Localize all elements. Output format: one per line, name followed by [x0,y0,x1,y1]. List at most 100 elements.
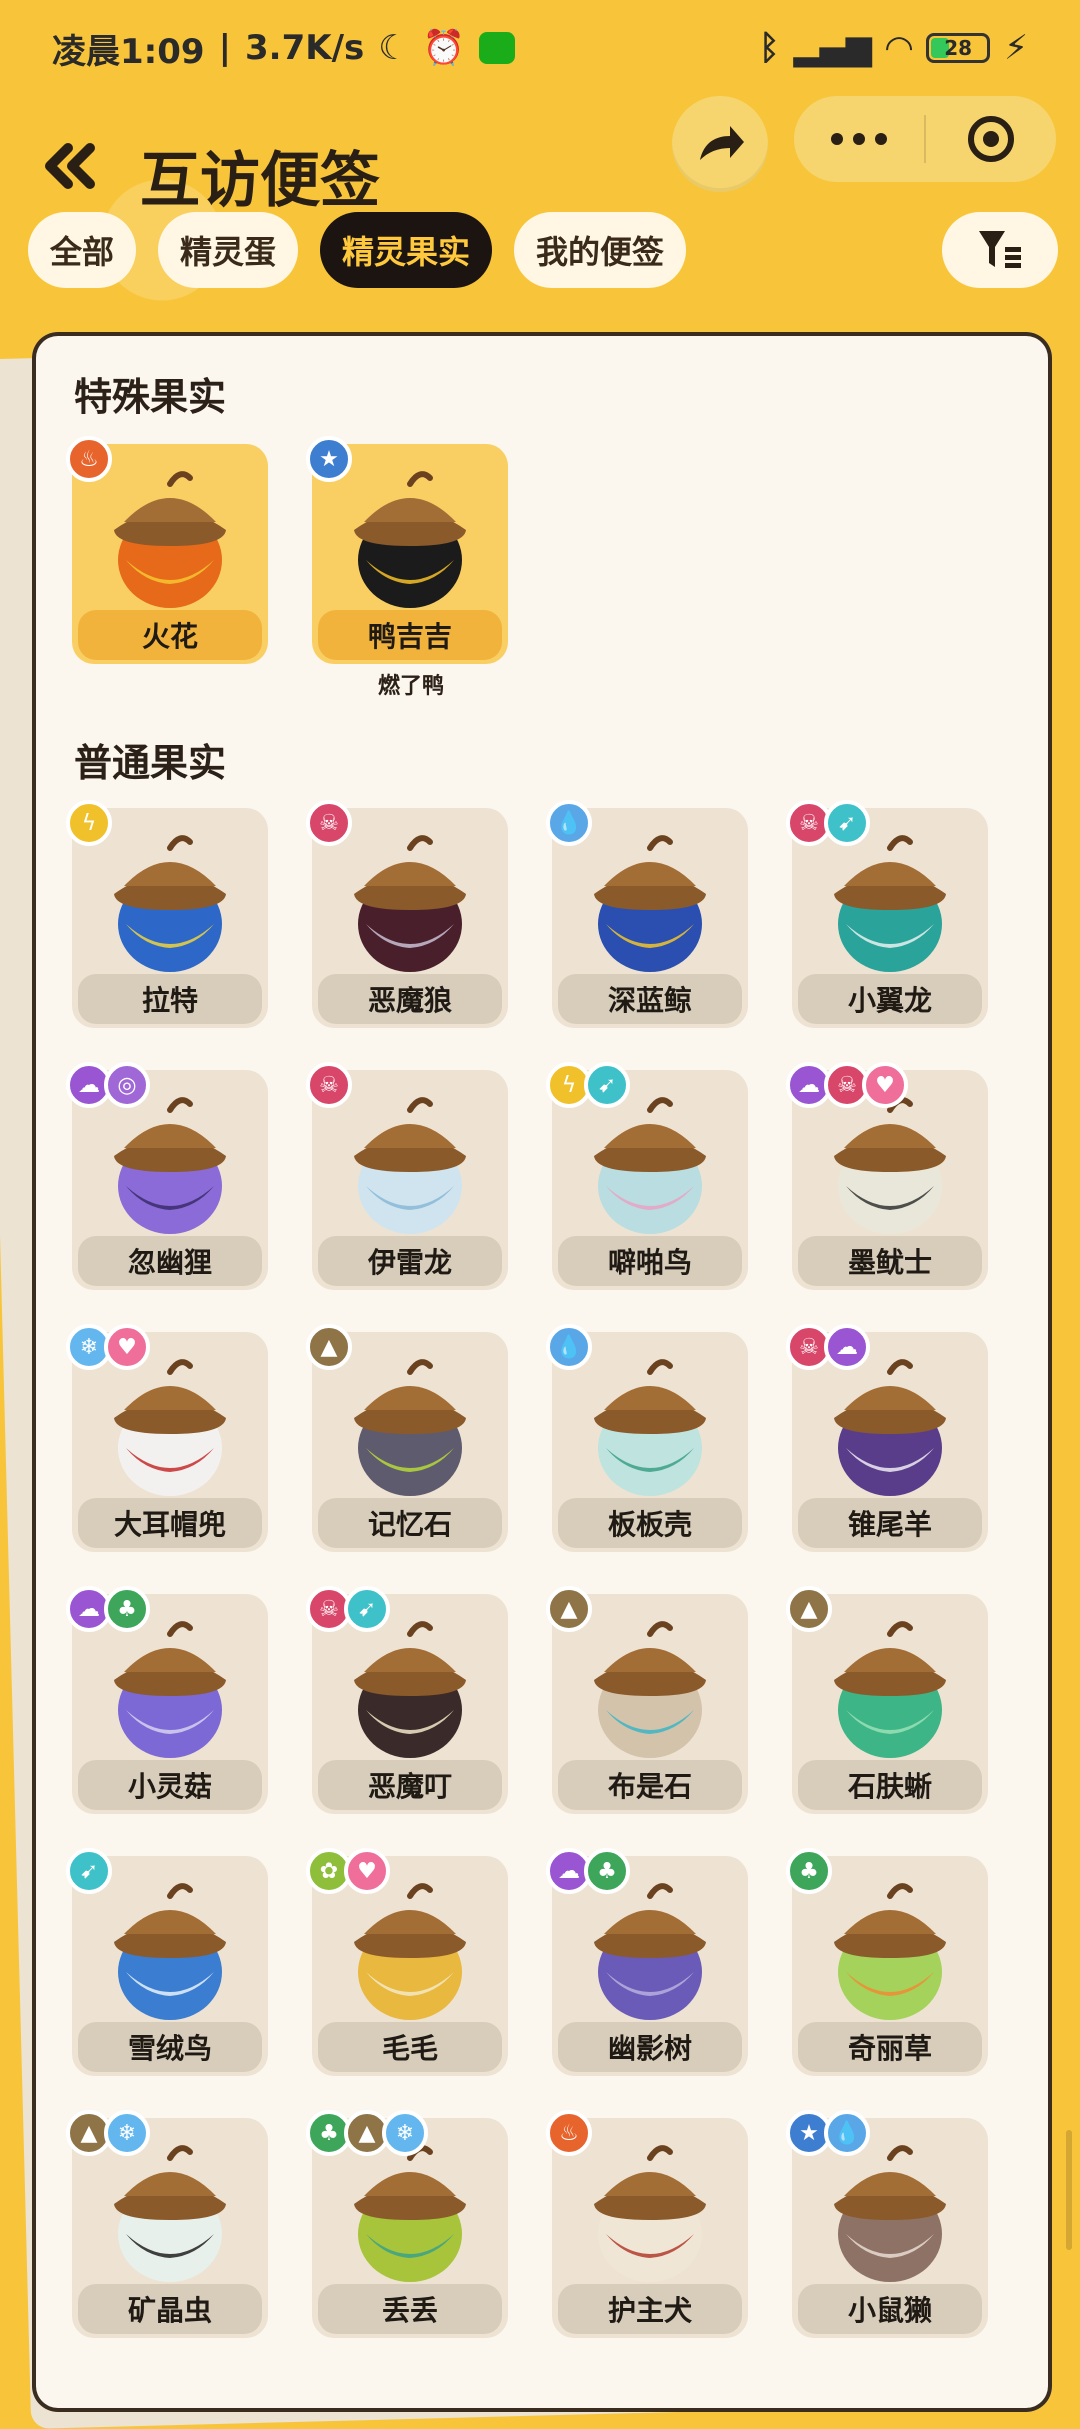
acorn-icon [594,835,706,972]
demon-type-icon: ☠ [306,800,352,846]
electric-type-icon: ϟ [66,800,112,846]
fruit-card[interactable]: ϟ ➹ 噼啪鸟 [546,1062,748,1290]
fruit-name: 噼啪鸟 [558,1236,742,1286]
fruit-card[interactable]: ☁ ☠ ♥ 墨鱿士 [786,1062,988,1290]
acorn-icon [354,1883,466,2020]
fruit-card[interactable]: ✿ ♥ 毛毛 [306,1848,508,2076]
type-badges: ♣ [786,1848,832,1894]
fruit-card[interactable]: ▲ ❄ 矿晶虫 [66,2110,268,2338]
fruit-card[interactable]: ♨ 火花 [66,436,268,664]
type-badges: 💧 [546,800,592,846]
tab-fruits[interactable]: 精灵果实 [320,212,493,288]
fruit-card[interactable]: ☁ ♣ 小灵菇 [66,1586,268,1814]
fruit-card[interactable]: ★ 鸭吉吉 [306,436,508,664]
wing-type-icon: ➹ [584,1062,630,1108]
fruit-card[interactable]: ❄ ♥ 大耳帽兜 [66,1324,268,1552]
close-miniapp-button[interactable] [926,112,1056,166]
fruit-name: 护主犬 [558,2284,742,2334]
charging-icon: ⚡ [1004,28,1028,68]
back-button[interactable] [28,124,112,208]
share-button[interactable] [672,96,768,192]
fruit-name: 大耳帽兜 [78,1498,262,1548]
ice-type-icon: ❄ [104,2110,150,2156]
acorn-icon [834,1359,946,1496]
fruit-name: 板板壳 [558,1498,742,1548]
fruit-card[interactable]: ☁ ◎ 忽幽狸 [66,1062,268,1290]
scrollbar[interactable] [1066,2130,1072,2250]
type-badges: ▲ [306,1324,352,1370]
tab-bar: 全部 精灵蛋 精灵果实 我的便签 [28,212,687,288]
psychic-type-icon: ◎ [104,1062,150,1108]
fruit-card[interactable]: ☠ 伊雷龙 [306,1062,508,1290]
battery-level: 28 [944,36,973,60]
more-dot [853,133,865,145]
miniapp-capsule [794,96,1056,182]
fruit-card[interactable]: ★ 💧 小鼠獭 [786,2110,988,2338]
type-badges: ☁ ♣ [546,1848,630,1894]
demon-type-icon: ☠ [306,1062,352,1108]
fruit-card[interactable]: ☠ ➹ 小翼龙 [786,800,988,1028]
fruit-name: 恶魔狼 [318,974,502,1024]
more-dot [875,133,887,145]
acorn-icon [114,1621,226,1758]
wing-type-icon: ➹ [66,1848,112,1894]
moon-icon: ☾ [378,28,409,68]
ghost-type-icon: ☁ [824,1324,870,1370]
status-separator: | [218,28,231,68]
status-time: 凌晨1:09 [52,31,205,72]
fruit-name: 恶魔叮 [318,1760,502,1810]
tab-my-notes[interactable]: 我的便签 [514,212,687,288]
fruit-card[interactable]: ϟ 拉特 [66,800,268,1028]
fruit-name: 深蓝鲸 [558,974,742,1024]
type-badges: ☁ ♣ [66,1586,150,1632]
fruit-card[interactable]: ♣ 奇丽草 [786,1848,988,2076]
fruit-owner-label: 燃了鸭 [378,674,445,699]
fruit-card[interactable]: ▲ 记忆石 [306,1324,508,1552]
acorn-icon [834,1883,946,2020]
fruit-card[interactable]: ♨ 护主犬 [546,2110,748,2338]
fruit-card[interactable]: ▲ 布是石 [546,1586,748,1814]
fruit-card[interactable]: 💧 板板壳 [546,1324,748,1552]
type-badges: ▲ [786,1586,832,1632]
fruit-name: 忽幽狸 [78,1236,262,1286]
status-bar: 凌晨1:09 | 3.7K/s ☾ ⏰ ᛒ ▂▄▆ ◠ 28 ⚡ [0,0,1080,96]
acorn-icon [834,835,946,972]
love-type-icon: ♥ [862,1062,908,1108]
bluetooth-icon: ᛒ [759,28,780,68]
fruit-card[interactable]: ☠ 恶魔狼 [306,800,508,1028]
fruit-name: 雪绒鸟 [78,2022,262,2072]
acorn-icon [114,1883,226,2020]
acorn-icon [114,1097,226,1234]
acorn-icon [594,1621,706,1758]
fruit-name: 墨鱿士 [798,1236,982,1286]
acorn-icon [114,1359,226,1496]
acorn-icon [834,1621,946,1758]
fruit-card[interactable]: ☁ ♣ 幽影树 [546,1848,748,2076]
acorn-icon [594,1359,706,1496]
earth-type-icon: ▲ [306,1324,352,1370]
earth-type-icon: ▲ [546,1586,592,1632]
love-type-icon: ♥ [104,1324,150,1370]
fire-type-icon: ♨ [546,2110,592,2156]
fruit-card[interactable]: ➹ 雪绒鸟 [66,1848,268,2076]
fruit-card[interactable]: ☠ ➹ 恶魔叮 [306,1586,508,1814]
fruit-card[interactable]: ☠ ☁ 锥尾羊 [786,1324,988,1552]
more-dot [831,133,843,145]
more-button[interactable] [794,133,924,145]
tab-all[interactable]: 全部 [28,212,137,288]
fruit-card[interactable]: ▲ 石肤蜥 [786,1586,988,1814]
fruit-name: 小鼠獭 [798,2284,982,2334]
wing-type-icon: ➹ [344,1586,390,1632]
fruit-card[interactable]: ♣ ▲ ❄ 丢丢 [306,2110,508,2338]
wifi-icon: ◠ [885,28,913,68]
acorn-icon [354,1621,466,1758]
type-badges: ✿ ♥ [306,1848,390,1894]
filter-button[interactable] [942,212,1058,288]
tab-eggs[interactable]: 精灵蛋 [158,212,299,288]
alarm-icon: ⏰ [422,28,466,68]
fruit-card[interactable]: 💧 深蓝鲸 [546,800,748,1028]
acorn-icon [354,1097,466,1234]
fire-type-icon: ♨ [66,436,112,482]
filter-icon [979,231,1021,268]
type-badges: ♨ [66,436,112,482]
